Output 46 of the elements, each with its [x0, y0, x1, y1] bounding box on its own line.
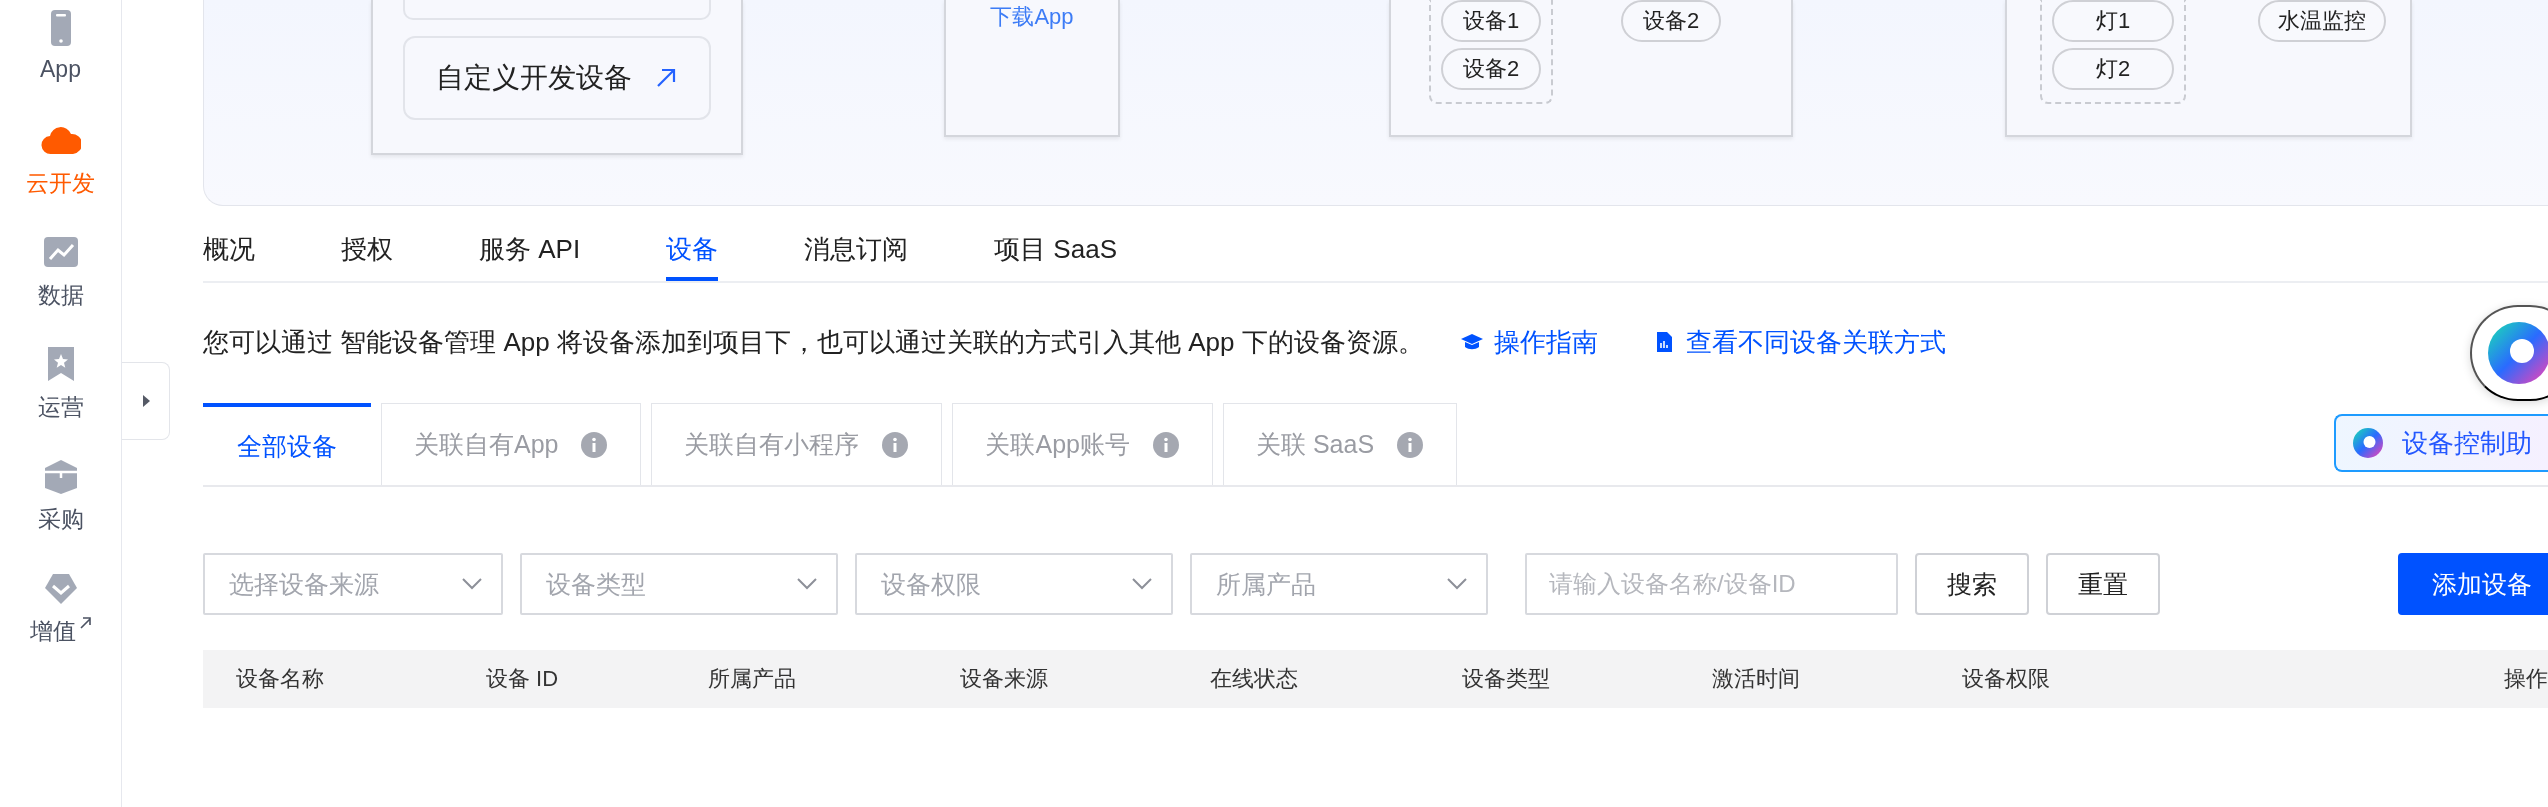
- sidebar-item[interactable]: 数据: [37, 232, 84, 344]
- sidebar-item[interactable]: 采购: [37, 456, 84, 568]
- tab[interactable]: 服务 API: [479, 232, 581, 281]
- tab[interactable]: 概况: [203, 232, 255, 281]
- chevron-down-icon: [461, 577, 483, 591]
- device-pill: 灯2: [2052, 48, 2174, 90]
- description-text: 您可以通过 智能设备管理 App 将设备添加到项目下，也可以通过关联的方式引入其他 App 下的设备资源。: [203, 325, 1424, 359]
- column-header: 操作: [2504, 665, 2548, 693]
- device-pill: 水温监控: [2258, 0, 2386, 42]
- help-link[interactable]: 操作指南: [1459, 324, 1598, 360]
- device-pill: 设备2: [1621, 0, 1721, 42]
- assistant-button[interactable]: 设备控制助: [2334, 414, 2548, 472]
- assistant-button[interactable]: [2470, 305, 2548, 401]
- sidebar-item[interactable]: 运营: [37, 344, 84, 456]
- caret-right-icon: [140, 394, 151, 408]
- swirl-logo-icon: [2352, 427, 2384, 459]
- column-header: 所属产品: [708, 665, 797, 693]
- device-pill: 灯1: [2052, 0, 2174, 42]
- tab[interactable]: 授权: [341, 232, 393, 281]
- sidebar-item[interactable]: 增值: [29, 568, 92, 680]
- option-button[interactable]: 自定义开发设备: [403, 36, 711, 120]
- device-pill: 设备2: [1441, 48, 1541, 90]
- tab[interactable]: 项目 SaaS: [994, 232, 1117, 281]
- search-field[interactable]: 请输入设备名称/设备ID: [1525, 553, 1898, 615]
- column-header: 设备 ID: [486, 665, 560, 693]
- column-header: 设备名称: [236, 665, 325, 693]
- column-header: 设备来源: [960, 665, 1049, 693]
- filter-button[interactable]: 搜索: [1915, 553, 2029, 615]
- chevron-down-icon: [796, 577, 818, 591]
- download-link[interactable]: 下载App: [990, 2, 1074, 30]
- sidebar-item[interactable]: 云开发: [26, 120, 95, 232]
- filter-button[interactable]: 重置: [2046, 553, 2160, 615]
- column-header: 激活时间: [1712, 665, 1801, 693]
- column-header: 设备类型: [1462, 665, 1551, 693]
- tab[interactable]: 设备: [666, 232, 719, 281]
- device-pill: 设备1: [1441, 0, 1541, 42]
- column-header: 设备权限: [1962, 665, 2051, 693]
- tab[interactable]: 消息订阅: [804, 232, 909, 281]
- add-button[interactable]: 添加设备: [2398, 553, 2548, 615]
- swirl-logo-icon: [2486, 320, 2548, 386]
- expand-button[interactable]: [122, 362, 170, 440]
- chevron-down-icon: [1131, 577, 1153, 591]
- sidebar-item[interactable]: App: [40, 8, 81, 120]
- chevron-down-icon: [1446, 577, 1468, 591]
- help-link[interactable]: 查看不同设备关联方式: [1651, 324, 1946, 360]
- column-header: 在线状态: [1210, 665, 1299, 693]
